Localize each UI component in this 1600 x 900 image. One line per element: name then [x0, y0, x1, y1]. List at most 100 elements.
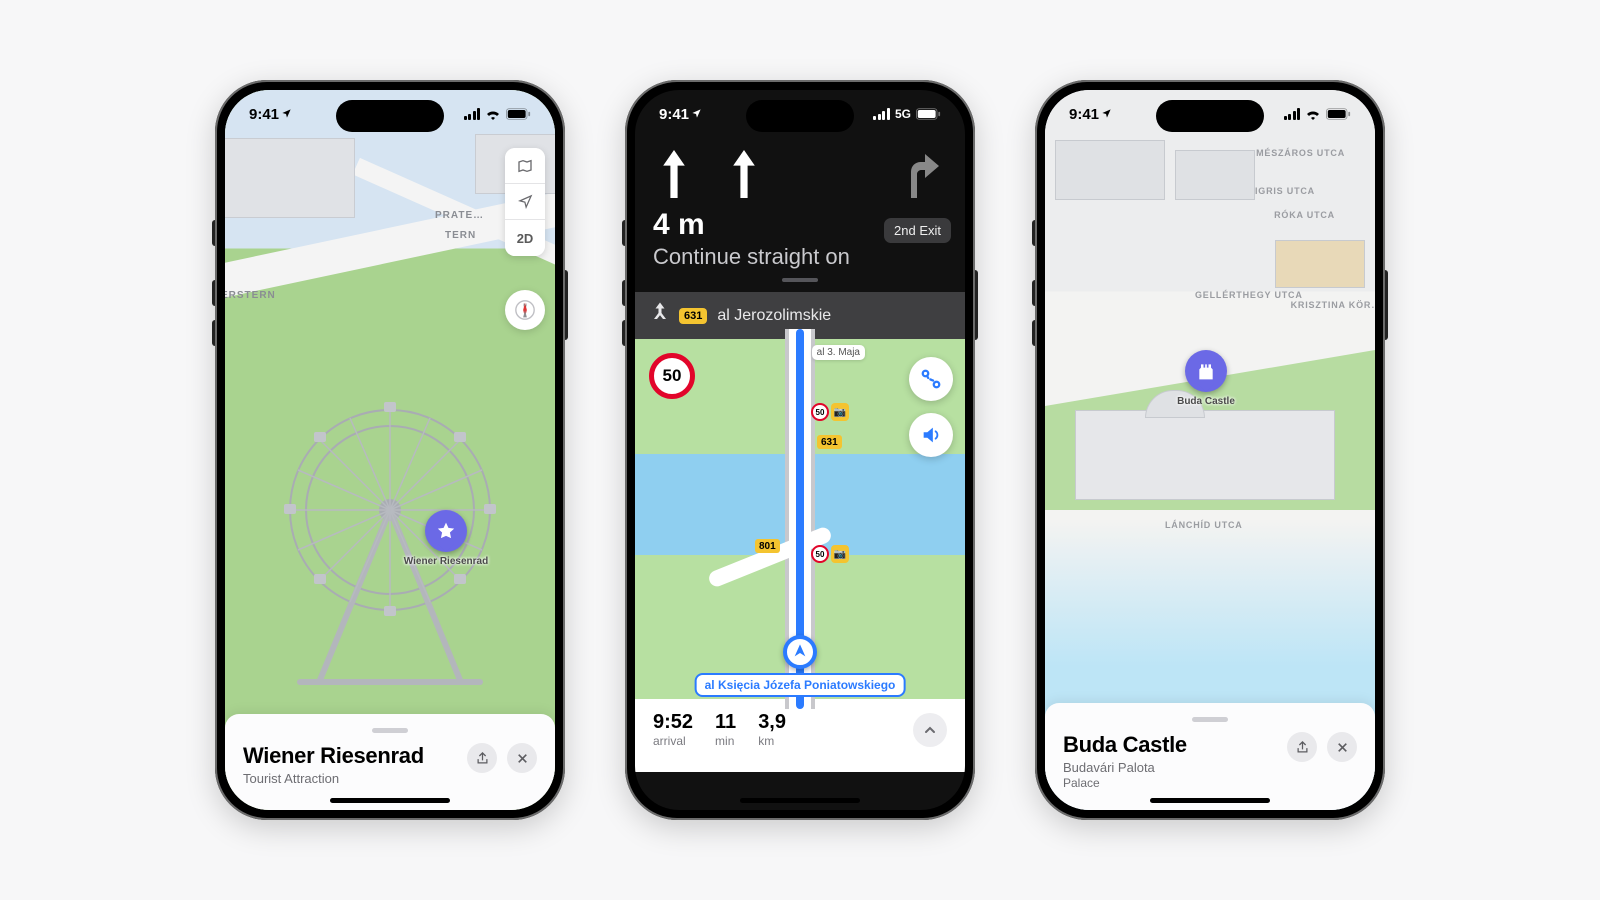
- map-canvas[interactable]: MÉSZÁROS UTCA TIGRIS UTCA RÓKA UTCA GELL…: [1045, 90, 1375, 810]
- drag-handle[interactable]: [372, 728, 408, 733]
- metric-arrival: 9:52 arrival: [653, 711, 693, 748]
- battery-icon: [506, 108, 531, 120]
- nav-distance: 4 m: [653, 208, 705, 242]
- merge-icon: [651, 302, 669, 329]
- next-street: al Jerozolimskie: [717, 307, 831, 325]
- nav-instruction: Continue straight on: [653, 244, 947, 270]
- place-pin[interactable]: Wiener Riesenrad: [425, 510, 467, 552]
- speed-camera: 50 📷: [811, 403, 849, 421]
- speaker-icon: [920, 424, 942, 446]
- landmark-3d-castle: [1075, 410, 1335, 500]
- place-title: Wiener Riesenrad: [243, 743, 424, 769]
- battery-icon: [1326, 108, 1351, 120]
- route-icon: [920, 368, 942, 390]
- locate-me-button[interactable]: [505, 184, 545, 220]
- route-overview-button[interactable]: [909, 357, 953, 401]
- map-mode-button[interactable]: 2D: [505, 220, 545, 256]
- status-time: 9:41: [1069, 106, 1099, 123]
- location-arrow-icon: [518, 194, 533, 209]
- castle-icon: [1196, 361, 1216, 381]
- home-indicator: [740, 798, 860, 803]
- location-icon: [691, 106, 702, 123]
- home-indicator: [330, 798, 450, 803]
- trip-bar[interactable]: 9:52 arrival 11 min 3,9 km: [635, 699, 965, 772]
- place-category: Tourist Attraction: [243, 771, 424, 786]
- share-icon: [475, 751, 490, 766]
- map-icon: [517, 158, 533, 174]
- close-button[interactable]: [1327, 732, 1357, 762]
- camera-icon: 📷: [831, 403, 849, 421]
- place-category: Palace: [1063, 776, 1187, 790]
- compass-icon: N: [514, 299, 536, 321]
- map-controls: 2D: [505, 148, 545, 256]
- map-layers-button[interactable]: [505, 148, 545, 184]
- place-card[interactable]: Buda Castle Budavári Palota Palace: [1045, 703, 1375, 810]
- street-label: TIGRIS UTCA: [1249, 186, 1315, 196]
- place-card[interactable]: Wiener Riesenrad Tourist Attraction: [225, 714, 555, 810]
- building-3d: [1175, 150, 1255, 200]
- lane-guidance: [653, 144, 947, 208]
- status-time: 9:41: [659, 106, 689, 123]
- map-canvas[interactable]: PRATE… ERSTERN TERN: [225, 90, 555, 810]
- wifi-icon: [1305, 108, 1321, 120]
- share-button[interactable]: [467, 743, 497, 773]
- current-location-puck: [783, 635, 817, 669]
- battery-icon: [916, 108, 941, 120]
- screen-1: 9:41 PRATE… ERSTERN TERN: [225, 90, 555, 810]
- dynamic-island: [1156, 100, 1264, 132]
- road-number-badge: 631: [817, 435, 842, 449]
- screen-3: 9:41 MÉSZÁROS UTCA TIGRIS UTCA RÓKA UTCA…: [1045, 90, 1375, 810]
- current-road-pill: al Księcia Józefa Poniatowskiego: [695, 673, 906, 697]
- lane-arrow-right-icon: [901, 150, 941, 198]
- metric-duration: 11 min: [715, 711, 736, 748]
- lane-arrow-straight-icon: [659, 150, 689, 198]
- street-label: ERSTERN: [225, 290, 276, 301]
- building-3d: [225, 138, 355, 218]
- street-label: LÁNCHÍD UTCA: [1165, 520, 1243, 530]
- close-button[interactable]: [507, 743, 537, 773]
- compass-button[interactable]: N: [505, 290, 545, 330]
- place-title: Buda Castle: [1063, 732, 1187, 758]
- lane-arrow-straight-icon: [729, 150, 759, 198]
- svg-text:N: N: [523, 302, 526, 307]
- building-3d: [1055, 140, 1165, 200]
- street-label: PRATE…: [435, 210, 484, 221]
- street-label: MÉSZÁROS UTCA: [1256, 148, 1345, 158]
- street-label: TERN: [445, 230, 476, 241]
- drag-handle[interactable]: [1192, 717, 1228, 722]
- phone-frame-1: 9:41 PRATE… ERSTERN TERN: [215, 80, 565, 820]
- cellular-label: 5G: [895, 107, 911, 121]
- street-label: KRISZTINA KÖR…: [1291, 300, 1375, 310]
- building-3d: [1275, 240, 1365, 288]
- status-time: 9:41: [249, 106, 279, 123]
- wifi-icon: [485, 108, 501, 120]
- dynamic-island: [746, 100, 854, 132]
- speed-camera: 50 📷: [811, 545, 849, 563]
- street-label: RÓKA UTCA: [1274, 210, 1335, 220]
- pin-label: Wiener Riesenrad: [404, 556, 488, 567]
- nav-arrow-icon: [792, 643, 808, 659]
- cellular-icon: [873, 108, 890, 120]
- share-button[interactable]: [1287, 732, 1317, 762]
- home-indicator: [1150, 798, 1270, 803]
- pin-label: Buda Castle: [1177, 396, 1235, 407]
- expand-button[interactable]: [913, 713, 947, 747]
- star-icon: [436, 521, 456, 541]
- landmark-3d-ferris-wheel: [260, 390, 520, 690]
- close-icon: [516, 752, 529, 765]
- road-number-badge: 631: [679, 308, 707, 324]
- street-label: GELLÉRTHEGY UTCA: [1195, 290, 1303, 300]
- exit-badge: 2nd Exit: [884, 218, 951, 243]
- drag-handle[interactable]: [782, 278, 818, 282]
- street-tag: al 3. Maja: [812, 345, 865, 360]
- dynamic-island: [336, 100, 444, 132]
- speed-limit-sign: 50: [649, 353, 695, 399]
- place-pin[interactable]: Buda Castle: [1185, 350, 1227, 392]
- road-number-badge: 801: [755, 539, 780, 553]
- cellular-icon: [464, 108, 481, 120]
- cellular-icon: [1284, 108, 1301, 120]
- screen-2: 9:41 5G 4 m 2nd Exit Continue straight o…: [635, 90, 965, 810]
- nav-map-canvas[interactable]: 50 al 3. Maja 50 📷 631 801 50 📷 al Księc…: [635, 339, 965, 699]
- chevron-up-icon: [922, 722, 938, 738]
- audio-button[interactable]: [909, 413, 953, 457]
